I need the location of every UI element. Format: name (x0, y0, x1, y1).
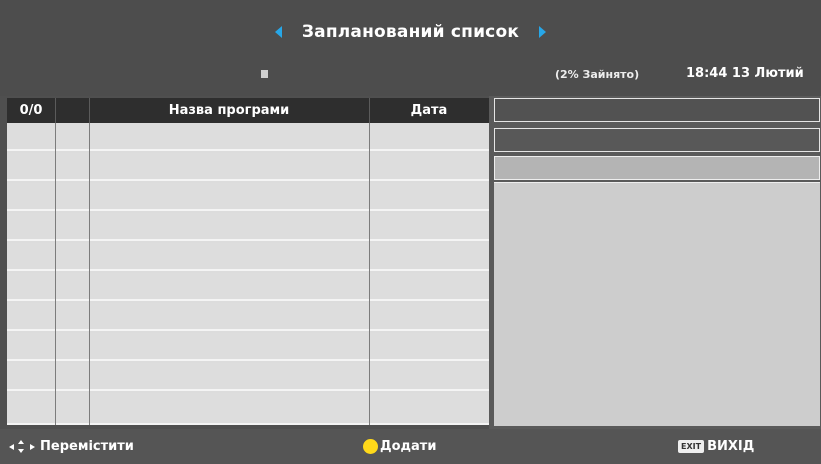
table-row[interactable] (7, 333, 489, 361)
column-divider (369, 123, 370, 425)
move-action[interactable]: Перемістити (8, 429, 134, 464)
right-arrow-icon[interactable] (539, 26, 547, 38)
column-divider (55, 123, 56, 425)
header-divider (369, 98, 370, 123)
table-row[interactable] (7, 183, 489, 211)
table-row[interactable] (7, 153, 489, 181)
column-count: 0/0 (19, 103, 43, 118)
footer-bar: Перемістити Додати EXIT ВИХІД (0, 429, 821, 464)
left-arrow-icon[interactable] (274, 26, 282, 38)
table-row[interactable] (7, 123, 489, 151)
preview-area (494, 182, 820, 426)
table-row[interactable] (7, 273, 489, 301)
column-date: Дата (410, 103, 448, 118)
table-row[interactable] (7, 213, 489, 241)
column-divider (89, 123, 90, 425)
status-square-icon (261, 70, 268, 78)
schedule-table: 0/0 Назва програми Дата (7, 98, 489, 425)
info-bar (494, 156, 820, 180)
table-row[interactable] (7, 303, 489, 331)
yellow-button-icon (363, 439, 378, 454)
column-mark (55, 98, 89, 123)
clock-date: 18:44 13 Лютий (686, 66, 804, 81)
header-divider (55, 98, 56, 123)
table-header: 0/0 Назва програми Дата (7, 98, 489, 123)
title-row: Запланований список (0, 16, 821, 48)
header-divider (89, 98, 90, 123)
info-bar (494, 98, 820, 122)
table-row[interactable] (7, 393, 489, 425)
move-label: Перемістити (40, 439, 134, 454)
page-title: Запланований список (301, 22, 520, 42)
column-program-name: Назва програми (168, 103, 290, 118)
exit-action[interactable]: EXIT ВИХІД (678, 429, 754, 464)
exit-label: ВИХІД (707, 439, 755, 454)
navigation-arrows-icon (8, 439, 38, 454)
exit-key-icon: EXIT (678, 440, 705, 453)
storage-usage: (2% Зайнято) (555, 68, 640, 81)
table-row[interactable] (7, 243, 489, 271)
table-row[interactable] (7, 363, 489, 391)
header-bar: Запланований список (2% Зайнято) 18:44 1… (0, 0, 821, 96)
add-label: Додати (380, 439, 437, 454)
info-bar (494, 128, 820, 152)
add-action[interactable]: Додати (363, 429, 436, 464)
